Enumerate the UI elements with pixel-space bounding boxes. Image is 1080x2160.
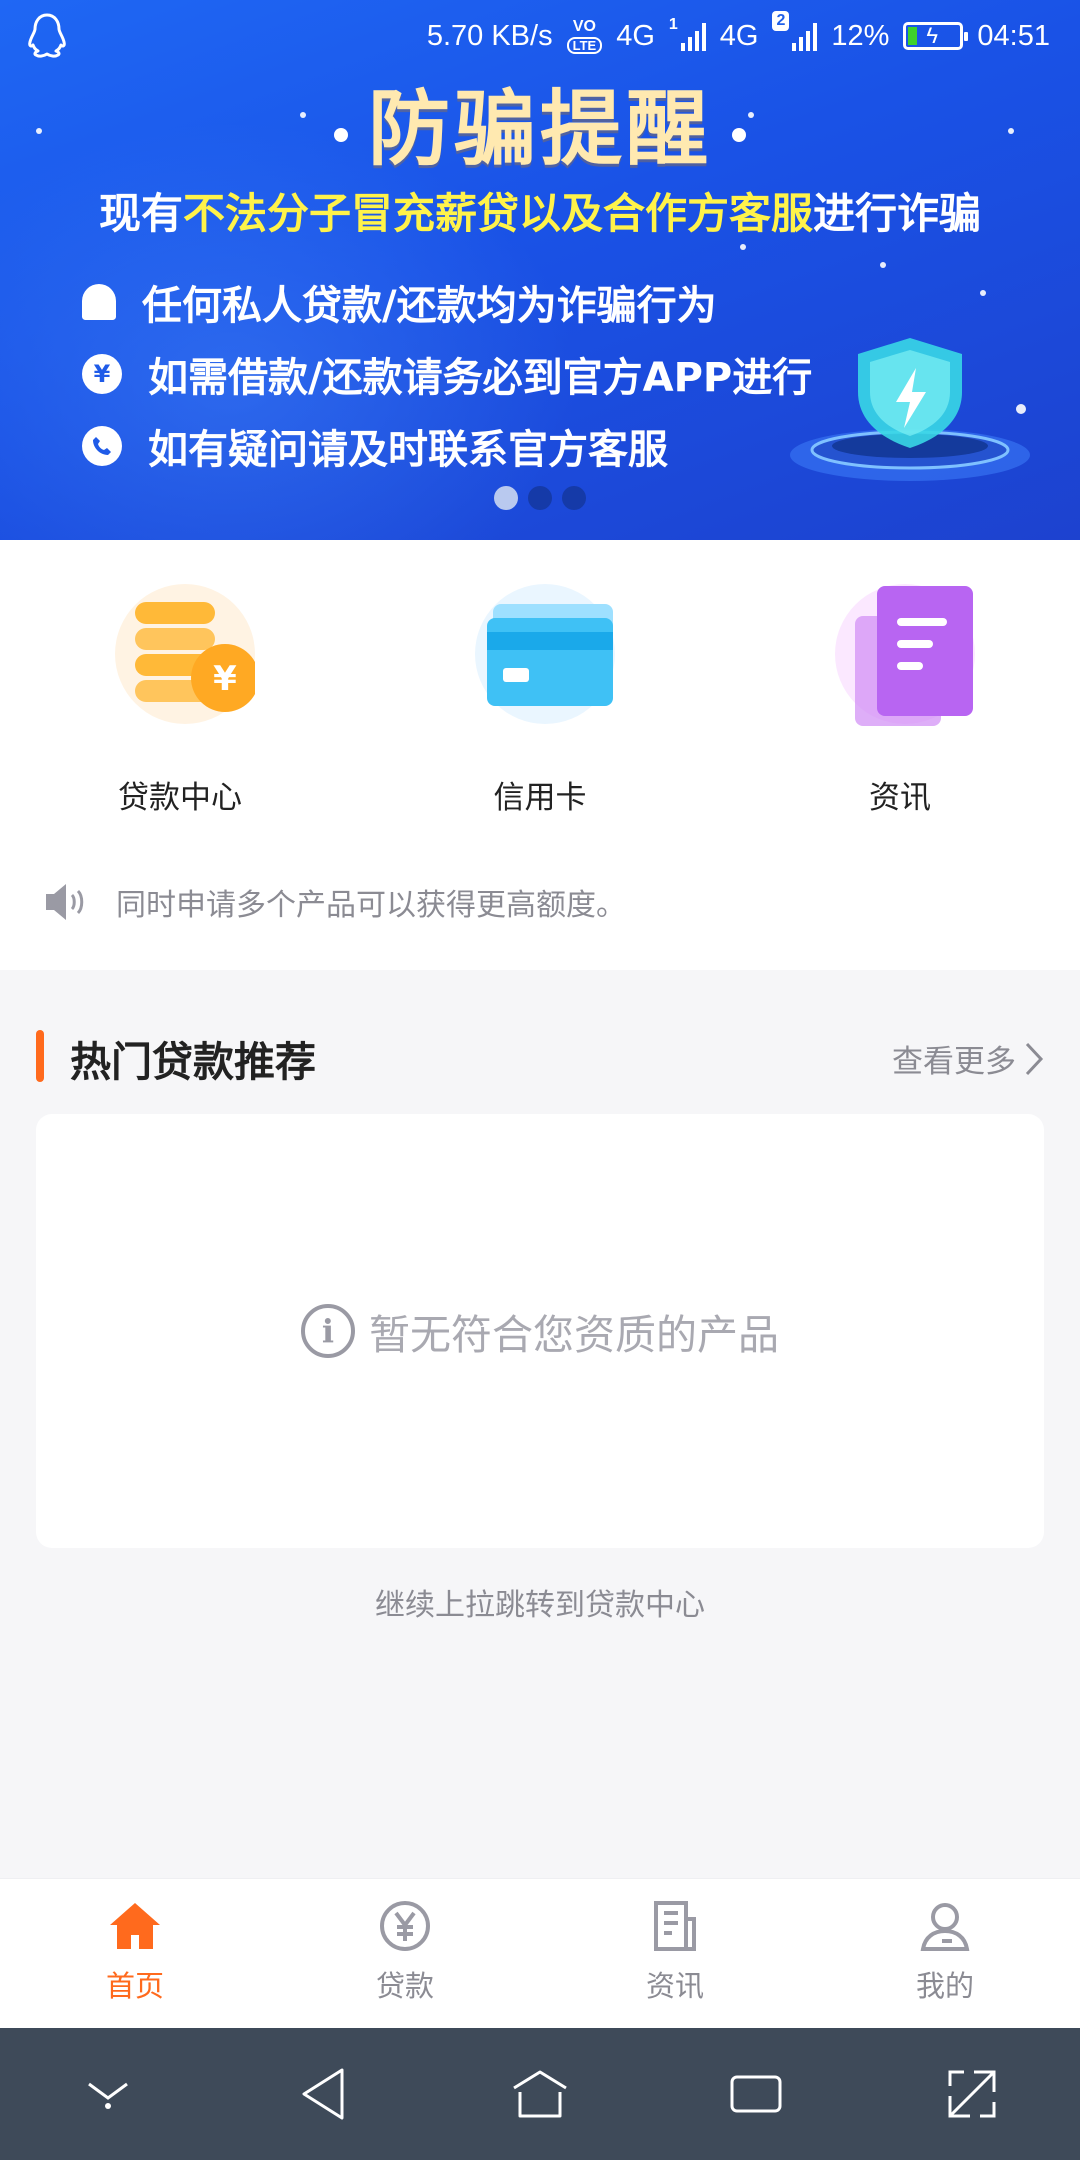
- bullet-text: 如有疑问请及时联系官方客服: [148, 427, 668, 473]
- info-icon: i: [301, 1304, 355, 1358]
- network-type-1: 4G: [616, 19, 655, 52]
- entry-label: 资讯: [869, 780, 931, 816]
- entry-loan-center[interactable]: ¥ 贷款中心: [80, 582, 280, 817]
- fraud-warning-banner[interactable]: 5.70 KB/s VO LTE 4G 1 4G 2 12% ϟ 04:51 防…: [0, 0, 1080, 540]
- sim1-label: 1: [668, 16, 678, 33]
- empty-products-card: i 暂无符合您资质的产品: [36, 1114, 1044, 1548]
- bullet-text: 任何私人贷款/还款均为诈骗行为: [142, 283, 717, 329]
- section-accent-bar: [36, 1030, 44, 1082]
- view-more-link[interactable]: 查看更多: [892, 1036, 1044, 1081]
- bullet-item: ¥ 如需借款/还款请务必到官方APP进行: [82, 338, 812, 410]
- subline-highlight: 不法分子冒充薪贷以及合作方客服: [182, 189, 813, 238]
- tab-label: 我的: [915, 1969, 974, 2003]
- banner-headline-text: 防骗提醒: [367, 82, 712, 177]
- qq-penguin-icon: [28, 13, 66, 58]
- clock: 04:51: [977, 19, 1050, 52]
- notice-text: 同时申请多个产品可以获得更高额度。: [116, 888, 626, 923]
- hot-loans-header: 热门贷款推荐 查看更多: [36, 1026, 1044, 1086]
- volte-label: VO: [572, 17, 596, 35]
- entry-news[interactable]: 资讯: [800, 582, 1000, 817]
- svg-text:¥: ¥: [213, 659, 237, 699]
- tab-label: 贷款: [375, 1969, 434, 2003]
- lte-label: LTE: [566, 36, 603, 54]
- subline-suffix: 进行诈骗: [813, 189, 982, 238]
- network-speed: 5.70 KB/s: [426, 19, 553, 52]
- yen-icon: ¥: [82, 354, 122, 394]
- subline-prefix: 现有: [98, 189, 183, 238]
- bullet-item: 如有疑问请及时联系官方客服: [82, 410, 812, 482]
- back-button[interactable]: [289, 2059, 359, 2129]
- sim2-badge: 2: [772, 11, 790, 31]
- tab-label: 首页: [105, 1969, 164, 2003]
- view-more-label: 查看更多: [892, 1044, 1016, 1080]
- news-document-icon: [835, 584, 975, 726]
- pull-up-hint: 继续上拉跳转到贷款中心: [375, 1588, 705, 1623]
- hide-nav-button[interactable]: [73, 2059, 143, 2129]
- quick-entries-section: ¥ 贷款中心 信用卡 资讯 同时申请多个产品可以获得更高额度。: [0, 540, 1080, 970]
- signal-1-icon: 1: [669, 16, 706, 51]
- entry-label: 贷款中心: [118, 780, 242, 816]
- user-icon: [920, 1903, 970, 1951]
- phone-icon: [82, 426, 122, 466]
- recents-button[interactable]: [721, 2059, 791, 2129]
- home-button[interactable]: [505, 2059, 575, 2129]
- chevron-down-icon: [88, 2082, 128, 2109]
- bullet-text: 如需借款/还款请务必到官方APP进行: [148, 355, 813, 401]
- pager-dot[interactable]: [562, 486, 586, 510]
- tab-news[interactable]: 资讯: [540, 1879, 810, 2028]
- tab-home[interactable]: 首页: [0, 1879, 270, 2028]
- banner-pager[interactable]: [0, 486, 1080, 510]
- back-triangle-icon: [302, 2068, 344, 2120]
- bottom-tab-bar: 首页 贷款 资讯 我的: [0, 1878, 1080, 2028]
- banner-bullets: 任何私人贷款/还款均为诈骗行为 ¥ 如需借款/还款请务必到官方APP进行 如有疑…: [82, 266, 812, 482]
- banner-subline: 现有不法分子冒充薪贷以及合作方客服进行诈骗: [0, 180, 1080, 241]
- tab-loans[interactable]: 贷款: [270, 1879, 540, 2028]
- entry-credit-card[interactable]: 信用卡: [440, 582, 640, 817]
- bullet-item: 任何私人贷款/还款均为诈骗行为: [82, 266, 812, 338]
- bell-icon: [82, 284, 116, 320]
- expand-icon: [948, 2070, 996, 2118]
- pager-dot[interactable]: [528, 486, 552, 510]
- screen-expand-button[interactable]: [937, 2059, 1007, 2129]
- banner-headline: 防骗提醒: [0, 62, 1080, 181]
- pager-dot-active[interactable]: [494, 486, 518, 510]
- entry-label: 信用卡: [493, 780, 587, 816]
- signal-2-icon: 2: [772, 11, 818, 51]
- notice-bar[interactable]: 同时申请多个产品可以获得更高额度。: [44, 880, 626, 924]
- battery-icon: ϟ: [903, 22, 969, 50]
- recents-square-icon: [730, 2075, 782, 2113]
- volte-icon: VO LTE: [566, 17, 603, 54]
- home-icon: [110, 1903, 160, 1949]
- home-outline-icon: [513, 2070, 567, 2118]
- battery-percent: 12%: [831, 19, 890, 52]
- loan-coins-icon: ¥: [115, 584, 259, 724]
- news-icon: [654, 1901, 696, 1951]
- section-title: 热门贷款推荐: [70, 1038, 316, 1086]
- credit-card-icon: [475, 584, 615, 724]
- chevron-right-icon: [1025, 1042, 1044, 1075]
- tab-label: 资讯: [645, 1969, 704, 2003]
- speaker-icon: [46, 884, 84, 920]
- empty-message: 暂无符合您资质的产品: [369, 1311, 779, 1359]
- network-type-2: 4G: [719, 19, 759, 52]
- yen-circle-icon: [380, 1901, 430, 1951]
- shield-icon: [790, 338, 1030, 481]
- tab-mine[interactable]: 我的: [810, 1879, 1080, 2028]
- system-navigation-bar: [0, 2028, 1080, 2160]
